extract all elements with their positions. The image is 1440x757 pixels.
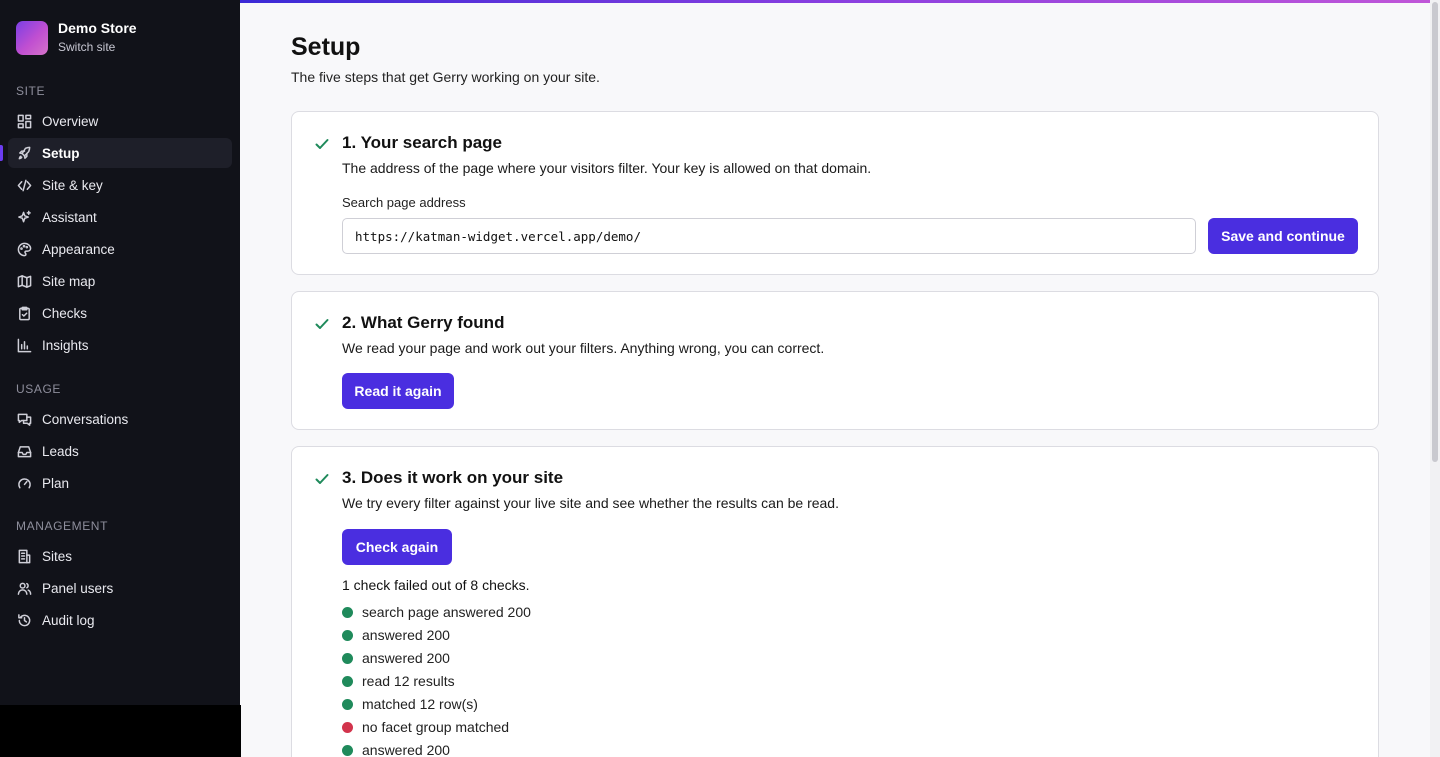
page-subtitle: The five steps that get Gerry working on… bbox=[291, 69, 600, 85]
check-icon bbox=[314, 471, 330, 487]
section-label-management: MANAGEMENT bbox=[16, 519, 109, 533]
messages-icon bbox=[16, 411, 32, 427]
check-result-item: search page answered 200 bbox=[342, 604, 531, 620]
sidebar-item-label: Assistant bbox=[42, 209, 97, 225]
sidebar-footer bbox=[0, 705, 241, 757]
sidebar-item-label: Checks bbox=[42, 305, 88, 321]
check-result-text: answered 200 bbox=[362, 650, 450, 666]
users-icon bbox=[16, 580, 32, 596]
read-it-again-button[interactable]: Read it again bbox=[342, 373, 454, 409]
clipboard-check-icon bbox=[16, 305, 32, 321]
step-title: 1. Your search page bbox=[342, 133, 502, 152]
section-label-usage: USAGE bbox=[16, 382, 62, 396]
sidebar-item-site-map[interactable]: Site map bbox=[8, 266, 232, 296]
sidebar-item-leads[interactable]: Leads bbox=[8, 436, 232, 466]
sidebar-item-assistant[interactable]: Assistant bbox=[8, 202, 232, 232]
building-icon bbox=[16, 548, 32, 564]
check-result-item: read 12 results bbox=[342, 673, 455, 689]
sidebar-item-audit-log[interactable]: Audit log bbox=[8, 605, 232, 635]
check-result-text: answered 200 bbox=[362, 627, 450, 643]
sidebar-item-plan[interactable]: Plan bbox=[8, 468, 232, 498]
check-again-button[interactable]: Check again bbox=[342, 529, 452, 565]
search-page-address-label: Search page address bbox=[342, 195, 466, 210]
scrollbar-thumb[interactable] bbox=[1432, 2, 1438, 462]
sidebar-item-label: Leads bbox=[42, 443, 79, 459]
progress-accent-bar bbox=[240, 0, 1430, 3]
sidebar-item-label: Panel users bbox=[42, 580, 114, 596]
gauge-icon bbox=[16, 475, 32, 491]
sidebar-item-insights[interactable]: Insights bbox=[8, 330, 232, 360]
check-icon bbox=[314, 136, 330, 152]
step-card-does-it-work: 3. Does it work on your site We try ever… bbox=[291, 446, 1379, 757]
check-result-text: search page answered 200 bbox=[362, 604, 531, 620]
step-card-what-gerry-found: 2. What Gerry found We read your page an… bbox=[291, 291, 1379, 430]
sidebar-item-site-key[interactable]: Site & key bbox=[8, 170, 232, 200]
search-page-address-input[interactable] bbox=[342, 218, 1196, 254]
sidebar-item-conversations[interactable]: Conversations bbox=[8, 404, 232, 434]
check-icon bbox=[314, 316, 330, 332]
step-description: The address of the page where your visit… bbox=[342, 160, 872, 176]
switch-site-link[interactable]: Switch site bbox=[58, 39, 137, 56]
status-ok-dot bbox=[342, 652, 353, 664]
sidebar-item-appearance[interactable]: Appearance bbox=[8, 234, 232, 264]
step-title: 2. What Gerry found bbox=[342, 313, 505, 332]
check-result-text: answered 200 bbox=[362, 742, 450, 757]
check-result-item: answered 200 bbox=[342, 627, 450, 643]
palette-icon bbox=[16, 241, 32, 257]
sidebar-item-sites[interactable]: Sites bbox=[8, 541, 232, 571]
sidebar-item-label: Conversations bbox=[42, 411, 129, 427]
grid-icon bbox=[16, 113, 32, 129]
sidebar-item-label: Sites bbox=[42, 548, 73, 564]
map-icon bbox=[16, 273, 32, 289]
save-and-continue-button[interactable]: Save and continue bbox=[1208, 218, 1358, 254]
sparkles-icon bbox=[16, 209, 32, 225]
status-ok-dot bbox=[342, 675, 353, 687]
check-result-text: no facet group matched bbox=[362, 719, 510, 735]
sidebar-item-label: Appearance bbox=[42, 241, 115, 257]
check-result-item: answered 200 bbox=[342, 650, 450, 666]
sidebar-item-setup[interactable]: Setup bbox=[0, 138, 232, 168]
page-title: Setup bbox=[291, 33, 361, 61]
sidebar-item-overview[interactable]: Overview bbox=[8, 106, 232, 136]
sidebar-item-label: Audit log bbox=[42, 612, 95, 628]
sidebar-item-label: Overview bbox=[42, 113, 99, 129]
check-result-item: matched 12 row(s) bbox=[342, 696, 478, 712]
step-description: We read your page and work out your filt… bbox=[342, 340, 825, 356]
history-icon bbox=[16, 612, 32, 628]
check-result-text: matched 12 row(s) bbox=[362, 696, 478, 712]
sidebar-item-checks[interactable]: Checks bbox=[8, 298, 232, 328]
check-result-item: no facet group matched bbox=[342, 719, 509, 735]
store-logo bbox=[16, 21, 48, 55]
sidebar: Demo Store Switch site SITE Overview Set… bbox=[0, 0, 240, 705]
status-fail-dot bbox=[342, 721, 353, 733]
sidebar-item-label: Plan bbox=[42, 475, 70, 491]
status-ok-dot bbox=[342, 744, 353, 756]
check-result-text: read 12 results bbox=[362, 673, 455, 689]
sidebar-item-label: Insights bbox=[42, 337, 89, 353]
step-description: We try every filter against your live si… bbox=[342, 495, 839, 511]
step-card-search-page: 1. Your search page The address of the p… bbox=[291, 111, 1379, 275]
check-result-item: answered 200 bbox=[342, 742, 450, 757]
rocket-icon bbox=[16, 145, 32, 161]
section-label-site: SITE bbox=[16, 84, 46, 98]
store-name: Demo Store bbox=[58, 20, 137, 36]
inbox-icon bbox=[16, 443, 32, 459]
check-summary: 1 check failed out of 8 checks. bbox=[342, 577, 530, 593]
code-icon bbox=[16, 177, 32, 193]
step-title: 3. Does it work on your site bbox=[342, 468, 564, 487]
status-ok-dot bbox=[342, 606, 353, 618]
status-ok-dot bbox=[342, 698, 353, 710]
site-switcher[interactable]: Demo Store Switch site bbox=[16, 20, 137, 56]
sidebar-item-label: Site map bbox=[42, 273, 96, 289]
bar-chart-icon bbox=[16, 337, 32, 353]
sidebar-item-label: Setup bbox=[42, 145, 80, 161]
sidebar-item-panel-users[interactable]: Panel users bbox=[8, 573, 232, 603]
sidebar-item-label: Site & key bbox=[42, 177, 103, 193]
status-ok-dot bbox=[342, 629, 353, 641]
